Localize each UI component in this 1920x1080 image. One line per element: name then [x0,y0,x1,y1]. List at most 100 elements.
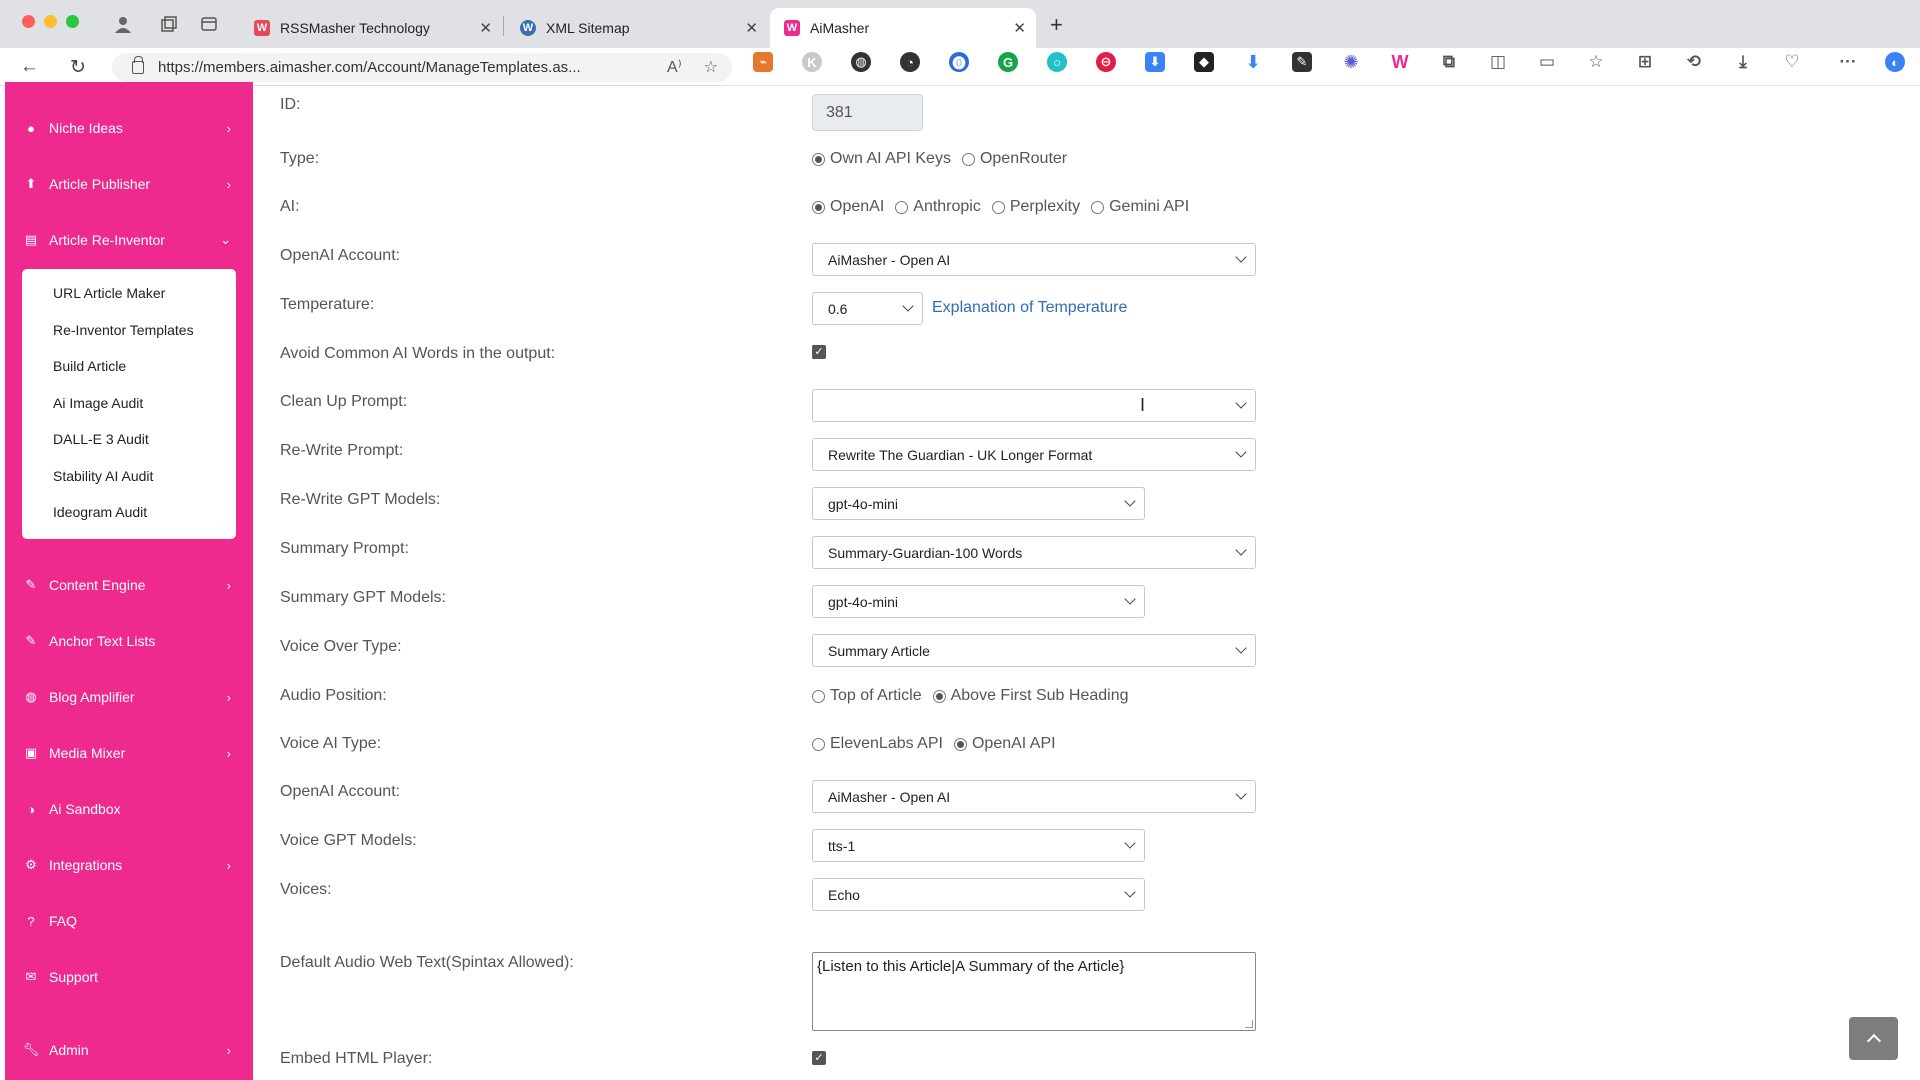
sidebar-item-support[interactable]: ✉ Support [5,959,253,995]
audio-web-text-textarea[interactable]: {Listen to this Article|A Summary of the… [812,952,1256,1031]
read-aloud-icon[interactable]: A⁾ [667,57,682,77]
submenu-item-ideogram-audit[interactable]: Ideogram Audit [53,504,147,520]
radio-icon[interactable] [812,689,825,703]
tab-xml-sitemap[interactable]: W XML Sitemap ✕ [506,8,768,48]
copilot-icon[interactable]: ◐ [1885,52,1905,72]
more-menu-icon[interactable]: ··· [1838,52,1858,72]
new-tab-icon[interactable]: + [1050,12,1063,38]
k-extension-icon[interactable]: K [802,52,822,72]
rewrite-models-select[interactable]: gpt-4o-mini [812,487,1145,520]
type-option-openrouter[interactable]: OpenRouter [961,150,1068,168]
avoid-words-checkbox[interactable]: ✓ [812,345,826,359]
aimasher-extension-icon[interactable]: W [1390,52,1410,72]
sidebar-item-media-mixer[interactable]: ▣ Media Mixer › [5,735,253,771]
cast-icon[interactable]: ▭ [1537,52,1557,72]
submenu-item-ai-image-audit[interactable]: Ai Image Audit [53,395,143,411]
tab-actions-icon[interactable] [198,13,220,35]
chart-extension-icon[interactable]: ◔ [900,52,920,72]
option-label: OpenRouter [979,150,1068,167]
voice-over-type-select[interactable]: Summary Article [812,634,1256,667]
ai-option-perplexity[interactable]: Perplexity [991,198,1080,216]
radio-selected-icon[interactable] [812,200,825,214]
radio-selected-icon[interactable] [953,737,967,751]
submenu-item-dalle-3-audit[interactable]: DALL-E 3 Audit [53,431,149,447]
rss-extension-icon[interactable]: ⌁ [753,52,773,72]
close-window-button[interactable] [22,15,35,28]
submenu-item-url-article-maker[interactable]: URL Article Maker [53,285,165,301]
voice-ai-option-openai[interactable]: OpenAI API [953,735,1056,753]
ai-option-anthropic[interactable]: Anthropic [895,198,981,216]
sidebar-item-anchor-text-lists[interactable]: ✎ Anchor Text Lists [5,623,253,659]
browser-essentials-icon[interactable]: ♡ [1782,52,1802,72]
sidebar-item-admin[interactable]: 🔧︎ Admin › [5,1032,253,1068]
password-extension-icon[interactable]: ⓿ [949,52,969,72]
workspaces-icon[interactable] [158,13,180,35]
burst-extension-icon[interactable]: ✺ [1341,52,1361,72]
close-tab-icon[interactable]: ✕ [745,19,758,37]
sidebar-item-ai-sandbox[interactable]: ◑ Ai Sandbox [5,791,253,827]
radio-icon[interactable] [991,200,1005,214]
history-icon[interactable]: ⟲ [1684,52,1704,72]
radio-selected-icon[interactable] [812,152,825,166]
tab-aimasher[interactable]: W AiMasher ✕ [770,8,1036,48]
download-extension-icon[interactable]: ⬇ [1243,52,1263,72]
summary-prompt-select[interactable]: Summary-Guardian-100 Words [812,536,1256,569]
puzzle-extensions-icon[interactable]: ⧉ [1439,52,1459,72]
grammarly-extension-icon[interactable]: G [998,52,1018,72]
voice-models-select[interactable]: tts-1 [812,829,1145,862]
temperature-explanation-link[interactable]: Explanation of Temperature [932,299,1127,317]
scroll-to-top-button[interactable] [1849,1017,1898,1060]
sidebar-item-faq[interactable]: ? FAQ [5,903,253,939]
radio-icon[interactable] [812,737,825,751]
writer-extension-icon[interactable]: ✎ [1292,52,1312,72]
audio-position-option-top[interactable]: Top of Article [812,687,922,705]
sidebar-item-article-publisher[interactable]: ⬆ Article Publisher › [5,166,253,202]
voice-ai-option-elevenlabs[interactable]: ElevenLabs API [812,735,943,753]
favorites-icon[interactable]: ☆ [1586,52,1606,72]
profile-icon[interactable] [112,13,134,35]
summary-models-select[interactable]: gpt-4o-mini [812,585,1145,618]
ai-option-gemini[interactable]: Gemini API [1091,198,1189,216]
close-tab-icon[interactable]: ✕ [1013,19,1026,37]
stop-extension-icon[interactable]: ⊖ [1096,52,1116,72]
sidebar-item-content-engine[interactable]: ✎ Content Engine › [5,567,253,603]
back-arrow-icon[interactable]: ← [20,56,39,78]
submenu-item-re-inventor-templates[interactable]: Re-Inventor Templates [53,322,194,338]
circle-extension-icon[interactable]: ○ [1047,52,1067,72]
split-screen-icon[interactable]: ◫ [1488,52,1508,72]
voice-openai-account-select[interactable]: AiMasher - Open AI [812,780,1256,813]
minimize-window-button[interactable] [44,15,57,28]
reload-icon[interactable]: ↻ [70,56,86,79]
voices-select[interactable]: Echo [812,878,1145,911]
rewrite-prompt-select[interactable]: Rewrite The Guardian - UK Longer Format [812,438,1256,471]
chevron-right-icon: › [226,176,231,192]
tab-rssmasher[interactable]: W RSSMasher Technology ✕ [240,8,502,48]
radio-icon[interactable] [961,152,975,166]
cleanup-prompt-select[interactable] [812,389,1256,422]
sidebar-item-article-re-inventor[interactable]: ▤ Article Re-Inventor ⌄ [5,222,253,258]
openai-account-select[interactable]: AiMasher - Open AI [812,243,1256,276]
resize-handle-icon[interactable] [1245,1020,1253,1028]
address-bar[interactable]: https://members.aimasher.com/Account/Man… [112,53,732,82]
cube-extension-icon[interactable]: ◆ [1194,52,1214,72]
sidebar-item-blog-amplifier[interactable]: ◍ Blog Amplifier › [5,679,253,715]
embed-player-checkbox[interactable]: ✓ [812,1051,826,1065]
submenu-item-stability-ai-audit[interactable]: Stability AI Audit [53,468,153,484]
download-box-extension-icon[interactable]: ⬇ [1145,52,1165,72]
sidebar-item-niche-ideas[interactable]: ● Niche Ideas › [5,110,253,146]
submenu-item-build-article[interactable]: Build Article [53,358,126,374]
radio-selected-icon[interactable] [932,689,946,703]
type-option-own-keys[interactable]: Own AI API Keys [812,150,951,168]
maximize-window-button[interactable] [66,15,79,28]
downloads-icon[interactable]: ⤓ [1733,52,1753,72]
grammar-extension-icon[interactable]: ◍ [851,52,871,72]
temperature-select[interactable]: 0.6 [812,292,923,325]
radio-icon[interactable] [895,200,909,214]
close-tab-icon[interactable]: ✕ [479,19,492,37]
audio-position-option-above-heading[interactable]: Above First Sub Heading [932,687,1128,705]
radio-icon[interactable] [1091,200,1105,214]
sidebar-item-integrations[interactable]: ⚙ Integrations › [5,847,253,883]
ai-option-openai[interactable]: OpenAI [812,198,884,216]
collections-icon[interactable]: ⊞ [1635,52,1655,72]
favorite-star-icon[interactable]: ☆ [704,57,718,77]
